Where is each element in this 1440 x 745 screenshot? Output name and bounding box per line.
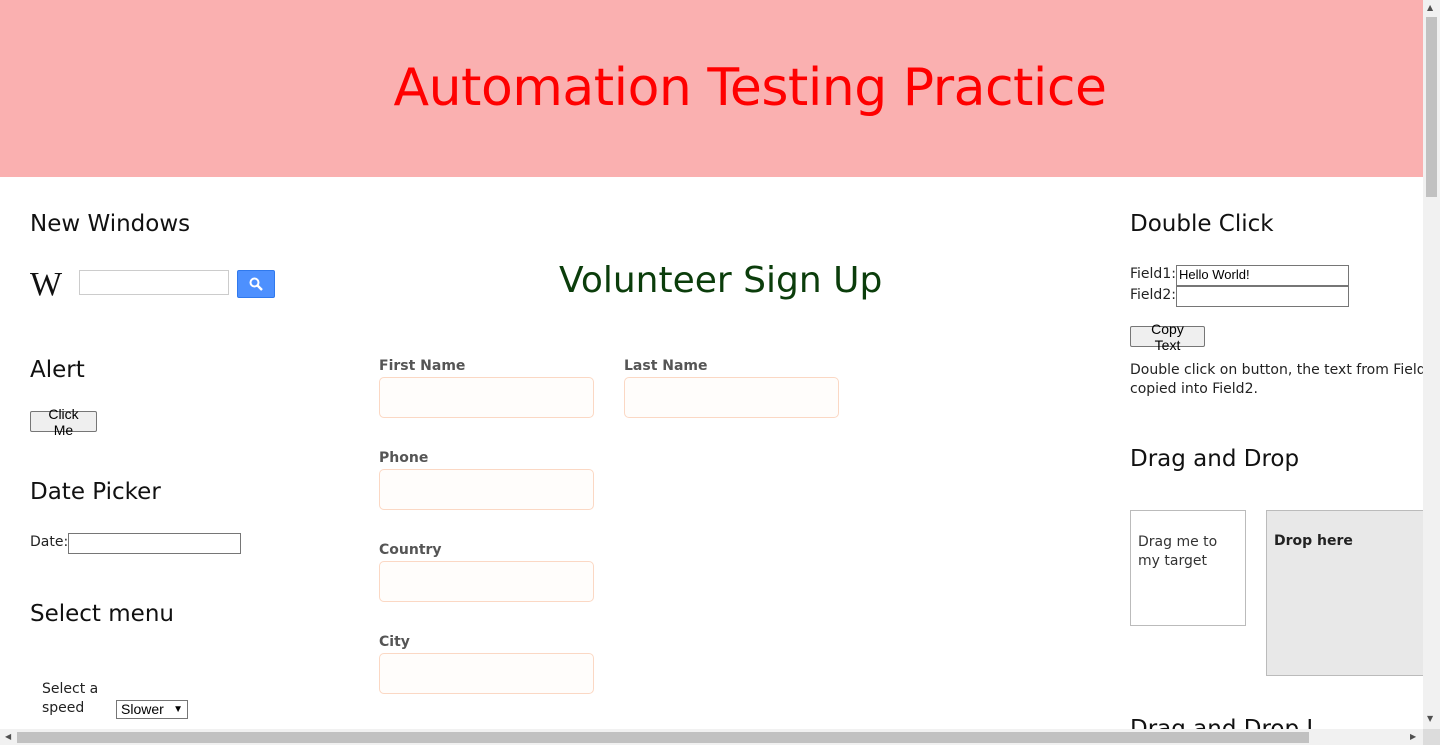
volunteer-signup-title: Volunteer Sign Up (559, 260, 883, 301)
scroll-right-icon[interactable]: ▶ (1410, 732, 1416, 741)
double-click-description-line2: copied into Field2. (1130, 381, 1258, 397)
speed-label-line1: Select a (42, 681, 99, 697)
new-windows-heading: New Windows (30, 211, 191, 237)
wikipedia-search-input[interactable] (79, 270, 229, 295)
horizontal-scroll-thumb[interactable] (17, 732, 1309, 743)
horizontal-scrollbar[interactable]: ◀ ▶ (0, 729, 1440, 745)
city-input[interactable] (379, 653, 594, 694)
alert-click-me-button[interactable]: Click Me (30, 406, 97, 438)
page-title: Automation Testing Practice (393, 58, 1107, 118)
field2-input[interactable] (1176, 286, 1349, 307)
phone-input[interactable] (379, 469, 594, 510)
scrollbar-corner (1423, 729, 1440, 745)
copy-text-button[interactable]: Copy Text (1130, 321, 1205, 353)
field1-input[interactable]: Hello World! (1176, 265, 1349, 286)
search-icon (249, 277, 263, 291)
drag-drop-images-heading: Drag and Drop I (1130, 716, 1314, 729)
header-banner: Automation Testing Practice (0, 0, 1423, 177)
country-label: Country (379, 542, 442, 558)
date-picker-heading: Date Picker (30, 479, 161, 505)
speed-label-line2: speed (42, 700, 85, 716)
vertical-scroll-thumb[interactable] (1426, 17, 1437, 197)
chevron-down-icon: ▼ (173, 704, 183, 715)
last-name-input[interactable] (624, 377, 839, 418)
first-name-label: First Name (379, 358, 466, 374)
country-input[interactable] (379, 561, 594, 602)
phone-label: Phone (379, 450, 429, 466)
speed-select[interactable]: Slower ▼ (116, 700, 188, 719)
page-viewport: Automation Testing Practice New Windows … (0, 0, 1423, 729)
date-picker-input[interactable] (68, 533, 241, 554)
last-name-label: Last Name (624, 358, 708, 374)
date-label: Date: (30, 534, 69, 550)
city-label: City (379, 634, 410, 650)
draggable-box[interactable]: Drag me to my target (1130, 510, 1246, 626)
field1-label: Field1: (1130, 266, 1176, 282)
wikipedia-search-button[interactable] (237, 270, 275, 298)
scroll-down-icon[interactable]: ▼ (1427, 714, 1433, 723)
double-click-description-line1: Double click on button, the text from Fi… (1130, 362, 1423, 378)
scroll-up-icon[interactable]: ▲ (1427, 3, 1433, 12)
wikipedia-logo: W (30, 266, 63, 303)
vertical-scrollbar[interactable]: ▲ ▼ (1423, 0, 1440, 729)
alert-heading: Alert (30, 357, 85, 383)
scroll-left-icon[interactable]: ◀ (5, 732, 11, 741)
double-click-heading: Double Click (1130, 211, 1274, 237)
drag-drop-heading: Drag and Drop (1130, 446, 1300, 472)
field2-label: Field2: (1130, 287, 1176, 303)
droppable-box[interactable]: Drop here (1266, 510, 1423, 676)
speed-select-value: Slower (121, 701, 164, 717)
select-menu-heading: Select menu (30, 601, 174, 627)
first-name-input[interactable] (379, 377, 594, 418)
